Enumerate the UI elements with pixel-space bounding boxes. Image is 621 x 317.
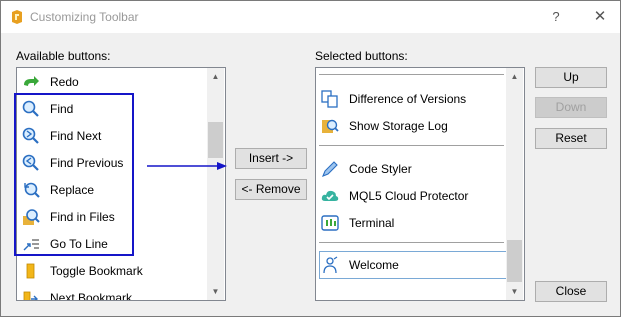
list-item[interactable]: Code Styler xyxy=(316,155,506,182)
separator xyxy=(319,242,504,243)
list-item-label: Code Styler xyxy=(349,162,412,176)
list-item[interactable]: Show Storage Log xyxy=(316,112,506,139)
cloud-protector-icon xyxy=(321,190,339,201)
list-item[interactable]: Next Bookmark xyxy=(17,284,207,301)
list-item-label: Welcome xyxy=(349,258,399,272)
list-item[interactable]: Terminal xyxy=(316,209,506,236)
annotation-arrow-icon xyxy=(147,162,227,170)
close-button[interactable]: Close xyxy=(535,281,607,302)
selected-buttons-list[interactable]: Difference of Versions Show Storage Log … xyxy=(315,67,525,301)
help-button[interactable]: ? xyxy=(546,7,566,27)
annotation-highlight-box xyxy=(14,93,134,256)
scroll-up-arrow-icon[interactable]: ▲ xyxy=(506,68,523,85)
available-scrollbar[interactable]: ▲ ▼ xyxy=(207,68,224,300)
list-item[interactable]: Redo xyxy=(17,68,207,95)
list-item-label: Terminal xyxy=(349,216,395,230)
list-item[interactable]: MQL5 Cloud Protector xyxy=(316,182,506,209)
terminal-icon xyxy=(321,215,339,231)
scroll-up-arrow-icon[interactable]: ▲ xyxy=(207,68,224,85)
down-button[interactable]: Down xyxy=(535,97,607,118)
versions-icon xyxy=(321,90,338,108)
list-item-label: Redo xyxy=(50,75,79,89)
available-buttons-label: Available buttons: xyxy=(16,49,111,63)
selected-scrollbar[interactable]: ▲ ▼ xyxy=(506,68,523,300)
scroll-down-arrow-icon[interactable]: ▼ xyxy=(207,283,224,300)
close-window-button[interactable]: ✕ xyxy=(589,7,611,27)
list-item-label: Difference of Versions xyxy=(349,92,467,106)
code-styler-icon xyxy=(322,161,338,177)
list-item[interactable]: Toggle Bookmark xyxy=(17,257,207,284)
customizing-toolbar-dialog: Customizing Toolbar ? ✕ Available button… xyxy=(0,0,621,317)
scroll-thumb[interactable] xyxy=(208,122,223,158)
list-item-label: Toggle Bookmark xyxy=(50,264,143,278)
redo-icon xyxy=(24,76,39,86)
reset-button[interactable]: Reset xyxy=(535,128,607,149)
separator xyxy=(319,74,504,75)
insert-button[interactable]: Insert -> xyxy=(235,148,307,169)
scroll-down-arrow-icon[interactable]: ▼ xyxy=(506,283,523,300)
next-bookmark-icon xyxy=(23,291,38,300)
list-item-label: Show Storage Log xyxy=(349,119,448,133)
up-button[interactable]: Up xyxy=(535,67,607,88)
scroll-thumb[interactable] xyxy=(507,240,522,282)
selected-buttons-label: Selected buttons: xyxy=(315,49,408,63)
list-item-label: Next Bookmark xyxy=(50,291,133,301)
storage-log-icon xyxy=(322,119,339,133)
list-item[interactable]: Welcome xyxy=(316,251,506,278)
remove-button[interactable]: <- Remove xyxy=(235,179,307,200)
separator xyxy=(319,145,504,146)
app-icon xyxy=(12,10,22,24)
welcome-icon xyxy=(323,256,338,274)
list-item-label: MQL5 Cloud Protector xyxy=(349,189,469,203)
bookmark-icon xyxy=(26,263,35,279)
window-title: Customizing Toolbar xyxy=(30,10,139,24)
list-item[interactable]: Difference of Versions xyxy=(316,85,506,112)
title-bar: Customizing Toolbar ? ✕ xyxy=(1,1,620,33)
